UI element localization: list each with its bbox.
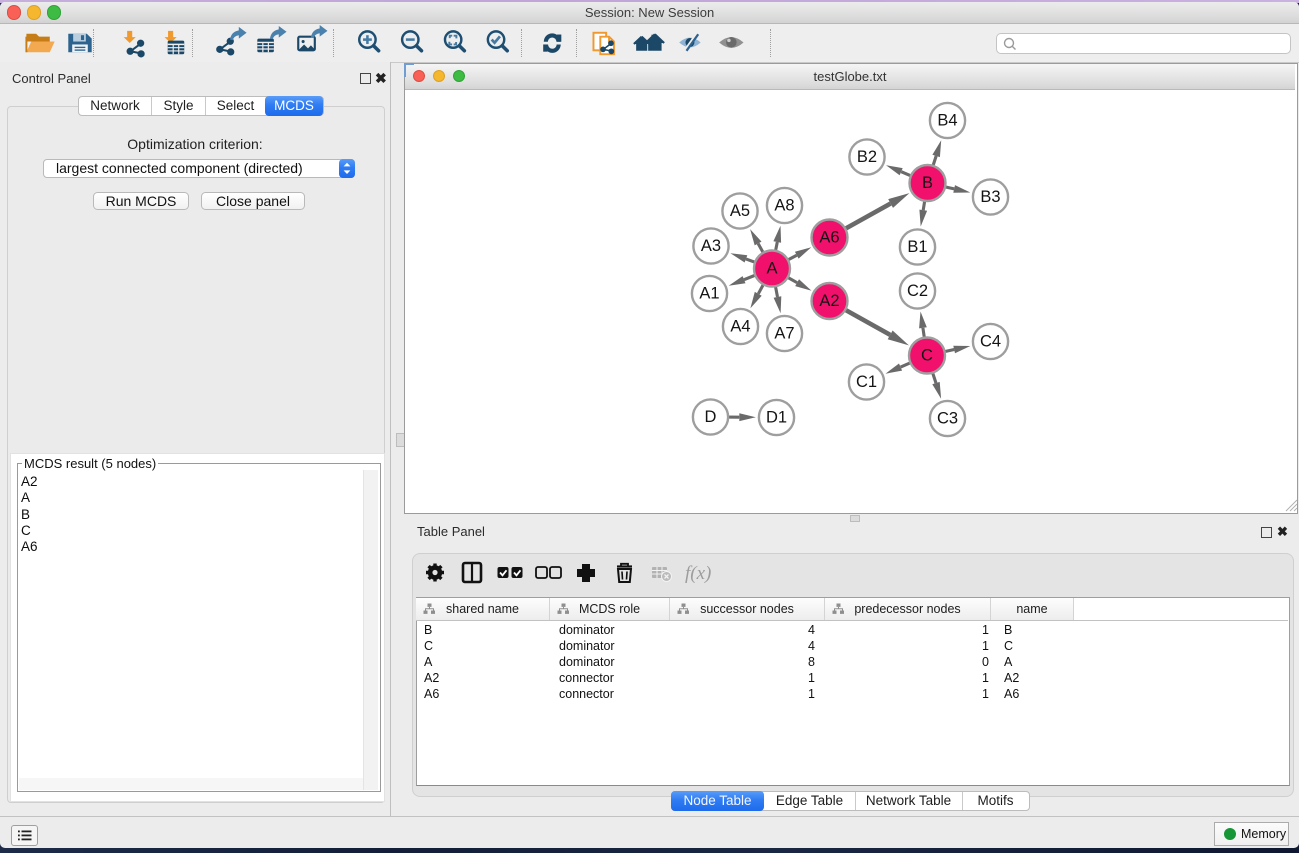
- svg-text:A8: A8: [774, 197, 794, 215]
- svg-text:A5: A5: [730, 202, 750, 220]
- svg-text:A3: A3: [701, 237, 721, 255]
- svg-text:f(x): f(x): [685, 563, 711, 584]
- svg-text:A4: A4: [730, 318, 750, 336]
- svg-text:C2: C2: [907, 282, 928, 300]
- svg-text:C3: C3: [937, 410, 958, 428]
- svg-text:A: A: [766, 260, 777, 278]
- svg-text:A1: A1: [699, 285, 719, 303]
- svg-text:C: C: [921, 347, 933, 365]
- svg-text:D1: D1: [766, 409, 787, 427]
- svg-text:B1: B1: [907, 238, 927, 256]
- svg-text:B4: B4: [937, 112, 957, 130]
- svg-text:B2: B2: [857, 148, 877, 166]
- svg-text:C4: C4: [980, 333, 1001, 351]
- svg-text:B3: B3: [980, 188, 1000, 206]
- svg-text:A6: A6: [819, 229, 839, 247]
- svg-text:A7: A7: [774, 325, 794, 343]
- svg-text:A2: A2: [819, 292, 839, 310]
- svg-text:D: D: [705, 408, 717, 426]
- svg-text:C1: C1: [856, 373, 877, 391]
- svg-text:B: B: [922, 174, 933, 192]
